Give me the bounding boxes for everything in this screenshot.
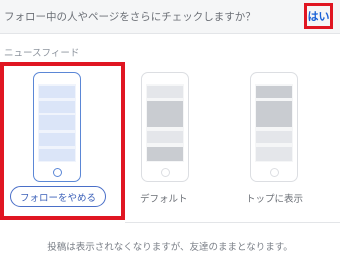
prompt-bar: フォロー中の人やページをさらにチェックしますか？ はい [0,0,340,34]
option-top[interactable]: トップに表示 [220,62,338,220]
unfollow-button[interactable]: フォローをやめる [10,186,106,207]
option-label-top: トップに表示 [246,194,304,205]
option-default[interactable]: デフォルト [125,62,220,220]
divider [125,222,340,223]
home-button-icon [270,168,279,177]
phone-screen [255,84,293,162]
footer-note: 投稿は表示されなくなりますが、友達のままとなります。 [47,242,293,253]
yes-button[interactable]: はい [304,3,333,29]
section-label: ニュースフィード [4,48,80,59]
option-label-default: デフォルト [140,194,188,205]
phone-illustration-top [250,72,298,182]
phone-screen [146,84,184,162]
prompt-question: フォロー中の人やページをさらにチェックしますか？ [4,11,256,23]
home-button-icon [161,168,170,177]
phone-illustration-default [141,72,189,182]
phone-illustration-unfollow [33,72,81,182]
phone-screen [38,84,76,162]
option-unfollow[interactable]: フォローをやめる [0,62,125,220]
home-button-icon [53,168,62,177]
